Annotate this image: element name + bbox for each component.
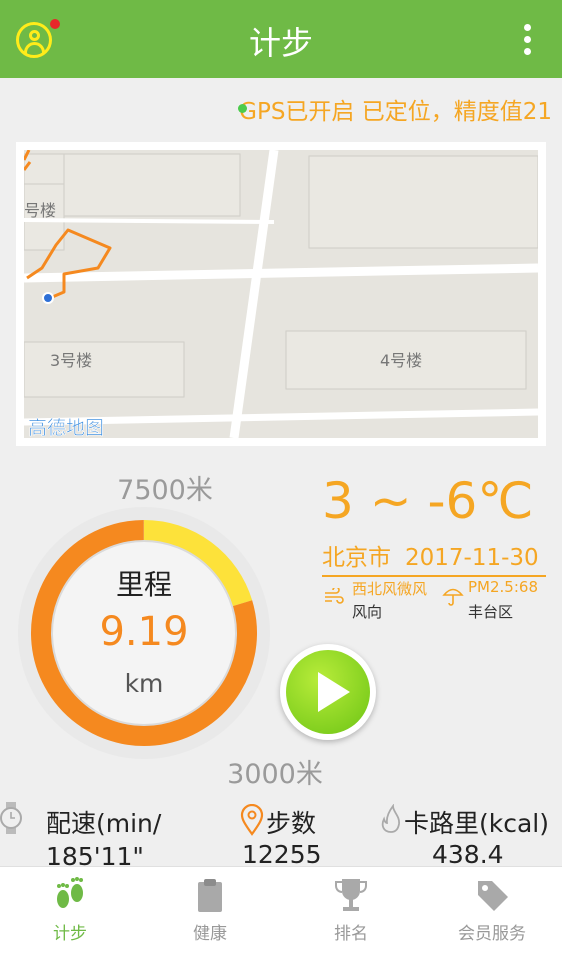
wind-label: 风向 (352, 603, 383, 621)
bottom-nav: 计步 健康 排名 会员服务 (0, 866, 562, 960)
location-pin-icon (240, 804, 264, 836)
nav-label-steps: 计步 (53, 924, 87, 944)
wind-icon (325, 588, 344, 604)
nav-label-ranking: 排名 (334, 924, 368, 944)
map-label-building-partial: 号楼 (24, 201, 56, 220)
trophy-icon (335, 879, 367, 911)
pace-stat: 配速(min/ 185'11" (46, 804, 161, 871)
tag-icon (478, 881, 508, 911)
flame-icon (381, 804, 400, 833)
route-map[interactable]: 号楼 3号楼 4号楼 高德地图 (16, 142, 546, 446)
nav-tab-membership[interactable]: 会员服务 (422, 867, 562, 960)
nav-label-health: 健康 (193, 924, 227, 944)
footprints-icon (57, 877, 83, 908)
umbrella-icon (442, 588, 464, 606)
gauge-bottom-label: 3000米 (227, 759, 323, 790)
weather-date: 2017-11-30 (405, 545, 539, 571)
gps-indicator-dot (238, 104, 247, 113)
location-date: 北京市 2017-11-30 (322, 538, 546, 577)
map-label-building-3: 3号楼 (50, 351, 92, 370)
pace-label: 配速(min/ (46, 809, 162, 838)
calories-value: 438.4 (432, 840, 504, 869)
app-screen: 计步 GPS已开启 已定位，精度值21 号楼 3号楼 4号楼 高德地图 7500… (0, 0, 562, 960)
map-label-building-4: 4号楼 (380, 351, 422, 370)
more-options-icon[interactable] (522, 24, 532, 56)
clipboard-icon (198, 879, 222, 912)
calories-stat: 卡路里(kcal) (404, 804, 549, 840)
gauge-center: 里程 9.19 km (54, 543, 234, 723)
distance-unit: km (124, 669, 164, 698)
nav-tab-health[interactable]: 健康 (140, 867, 280, 960)
steps-value: 12255 (242, 840, 322, 869)
distance-value: 9.19 (99, 609, 189, 655)
gps-status: GPS已开启 已定位，精度值21 (239, 99, 552, 125)
gauge-title: 里程 (115, 568, 172, 601)
nav-tab-ranking[interactable]: 排名 (281, 867, 421, 960)
steps-stat: 步数 (266, 804, 316, 840)
map-provider-logo: 高德地图 (28, 417, 104, 438)
nav-label-membership: 会员服务 (458, 924, 526, 944)
nav-tab-steps[interactable]: 计步 (0, 867, 140, 960)
wind-value: 西北风微风 (352, 580, 428, 598)
top-bar: 计步 (0, 0, 562, 78)
pm25-value: PM2.5:68 (468, 578, 538, 596)
calories-label: 卡路里(kcal) (404, 809, 549, 838)
page-title: 计步 (248, 24, 313, 62)
temperature-range: 3 ~ -6℃ (322, 472, 534, 530)
steps-label: 步数 (266, 809, 317, 838)
start-button[interactable] (280, 644, 376, 740)
watch-icon (0, 802, 22, 834)
district-name: 丰台区 (468, 603, 514, 621)
gauge-top-label: 7500米 (117, 475, 213, 506)
play-icon (318, 672, 350, 712)
city-name: 北京市 (322, 545, 391, 571)
